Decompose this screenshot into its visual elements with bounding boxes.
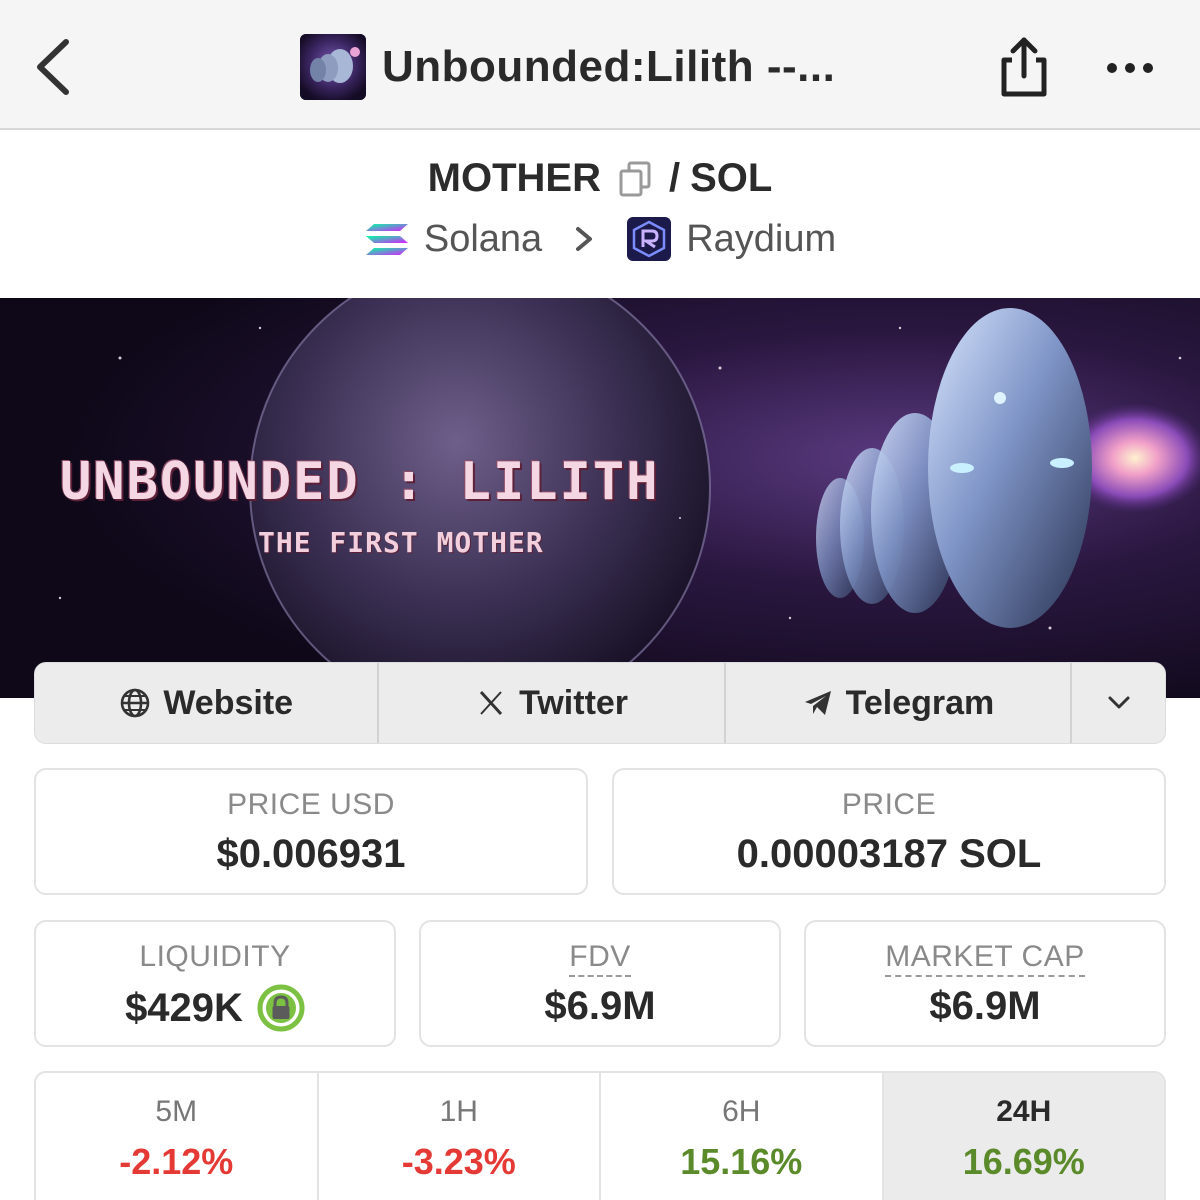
pair-separator: / <box>668 156 681 200</box>
twitter-label: Twitter <box>519 683 629 722</box>
twitter-button[interactable]: Twitter <box>379 663 726 743</box>
website-label: Website <box>163 683 294 722</box>
telegram-button[interactable]: Telegram <box>726 663 1073 743</box>
change-label: 5M <box>155 1095 198 1128</box>
change-label: 24H <box>996 1095 1052 1128</box>
change-value: 16.69% <box>962 1141 1085 1182</box>
change-value: -3.23% <box>401 1141 516 1182</box>
chevron-down-icon <box>1108 696 1130 709</box>
website-button[interactable]: Website <box>35 663 380 743</box>
price-usd-label: PRICE USD <box>227 788 395 821</box>
liquidity-value: $429K <box>125 985 243 1030</box>
telegram-label: Telegram <box>845 683 995 722</box>
change-tab-1h[interactable]: 1H -3.23% <box>319 1073 601 1200</box>
lock-icon[interactable] <box>257 984 305 1032</box>
copy-address-icon[interactable] <box>617 159 653 199</box>
banner-title: UNBOUNDED : LILITH <box>60 452 660 512</box>
x-logo-icon <box>479 690 503 716</box>
price-sol-card: PRICE 0.00003187 SOL <box>612 768 1166 895</box>
price-usd-card: PRICE USD $0.006931 <box>34 768 588 895</box>
liquidity-card: LIQUIDITY $429K <box>34 920 396 1047</box>
price-sol-value: 0.00003187 SOL <box>736 832 1042 876</box>
banner-subtitle: THE FIRST MOTHER <box>258 526 544 559</box>
base-token: MOTHER <box>427 156 601 200</box>
social-links-bar: Website Twitter Telegram <box>34 662 1166 744</box>
change-tab-24h[interactable]: 24H 16.69% <box>883 1073 1164 1200</box>
dex-link[interactable]: Raydium <box>686 218 836 261</box>
solana-icon <box>365 224 408 255</box>
telegram-icon <box>804 691 831 715</box>
price-sol-label: PRICE <box>841 788 937 821</box>
fdv-value: $6.9M <box>544 984 656 1028</box>
price-usd-value: $0.006931 <box>216 832 406 876</box>
change-tab-5m[interactable]: 5M -2.12% <box>36 1073 319 1200</box>
chain-link[interactable]: Solana <box>424 218 542 261</box>
back-button[interactable] <box>28 32 84 102</box>
market-cap-card: MARKET CAP $6.9M <box>804 920 1166 1047</box>
more-links-button[interactable] <box>1072 663 1165 743</box>
chain-breadcrumb: Solana Raydium <box>0 216 1200 262</box>
liquidity-label: LIQUIDITY <box>139 940 291 973</box>
change-tab-6h[interactable]: 6H 15.16% <box>601 1073 884 1200</box>
top-nav-bar: Unbounded:Lilith --... <box>0 0 1200 130</box>
fdv-card: FDV $6.9M <box>419 920 781 1047</box>
change-value: 15.16% <box>680 1141 803 1182</box>
share-button[interactable] <box>994 32 1054 102</box>
globe-icon <box>121 688 150 718</box>
price-change-tabs: 5M -2.12% 1H -3.23% 6H 15.16% 24H 16.69% <box>34 1071 1166 1200</box>
change-value: -2.12% <box>119 1141 234 1182</box>
page-title: Unbounded:Lilith --... <box>382 42 836 91</box>
raydium-icon <box>627 217 672 261</box>
nav-title-group: Unbounded:Lilith --... <box>300 34 835 100</box>
more-options-button[interactable] <box>1100 50 1160 86</box>
change-label: 1H <box>439 1095 478 1128</box>
market-cap-label[interactable]: MARKET CAP <box>885 940 1085 977</box>
fdv-label[interactable]: FDV <box>569 940 631 977</box>
more-horizontal-icon <box>1107 63 1153 73</box>
chevron-left-icon <box>37 39 69 95</box>
quote-token: SOL <box>690 156 773 200</box>
share-icon <box>1001 37 1047 97</box>
pair-header: MOTHER / SOL <box>0 156 1200 201</box>
change-label: 6H <box>722 1095 761 1128</box>
market-cap-value: $6.9M <box>929 984 1041 1028</box>
token-avatar <box>300 34 366 100</box>
chevron-right-icon <box>576 227 593 251</box>
